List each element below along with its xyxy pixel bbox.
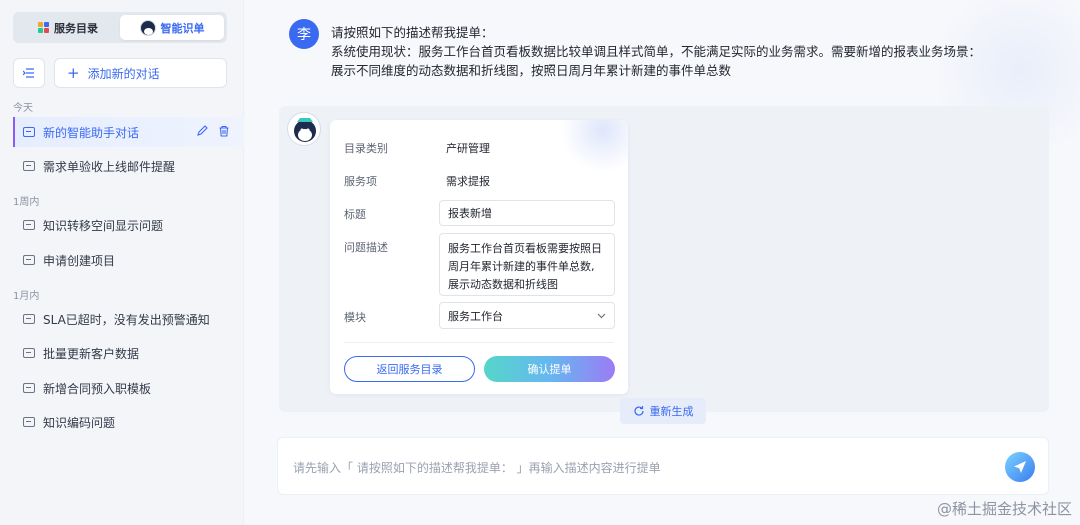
description-label: 问题描述 xyxy=(344,241,388,254)
sidebar-tabs: 服务目录 智能识单 xyxy=(13,12,227,43)
conversation-item[interactable]: 新的智能助手对话 xyxy=(13,117,244,147)
module-select-value: 服务工作台 xyxy=(448,309,503,323)
regenerate-button[interactable]: 重新生成 xyxy=(620,398,706,424)
refresh-icon xyxy=(633,406,644,416)
chat-area: 李 请按照如下的描述帮我提单： 系统使用现状：服务工作台首页看板数据比较单调且样… xyxy=(245,0,1080,525)
assistant-avatar-icon xyxy=(139,19,156,36)
chat-icon xyxy=(23,127,35,137)
form-divider xyxy=(344,342,614,343)
catalog-grid-icon xyxy=(38,22,49,33)
conversation-item[interactable]: 需求单验收上线邮件提醒 xyxy=(13,151,244,181)
conversation-actions xyxy=(196,125,230,137)
conversation-item[interactable]: 批量更新客户数据 xyxy=(13,338,244,368)
chevron-down-icon xyxy=(597,313,606,318)
watermark: @稀土掘金技术社区 xyxy=(936,500,1072,518)
send-button[interactable] xyxy=(1005,452,1035,482)
tab-service-catalog[interactable]: 服务目录 xyxy=(16,15,120,40)
collapse-sidebar-button[interactable] xyxy=(13,58,45,88)
user-message: 请按照如下的描述帮我提单： 系统使用现状：服务工作台首页看板数据比较单调且样式简… xyxy=(331,23,981,80)
service-label: 服务项 xyxy=(344,175,377,188)
chat-icon xyxy=(23,161,35,171)
add-new-chat-button[interactable]: + 添加新的对话 xyxy=(54,58,227,88)
conversation-item[interactable]: 知识编码问题 xyxy=(13,407,244,437)
group-label-today: 今天 xyxy=(13,103,33,114)
category-label: 目录类别 xyxy=(344,142,388,155)
conversation-item[interactable]: 申请创建项目 xyxy=(13,245,244,275)
title-input-value: 报表新增 xyxy=(448,207,492,220)
module-label: 模块 xyxy=(344,311,366,324)
conversation-label: 新增合同预入职模板 xyxy=(43,381,152,396)
conversation-label: 批量更新客户数据 xyxy=(43,346,140,361)
conversation-item[interactable]: SLA已超时，没有发出预警通知 xyxy=(13,304,244,334)
conversation-item[interactable]: 知识转移空间显示问题 xyxy=(13,210,244,240)
description-line: 周月年累计新建的事件单总数, xyxy=(448,260,595,273)
message-composer[interactable]: 请先输入「 请按照如下的描述帮我提单： 」再输入描述内容进行提单 xyxy=(277,437,1049,495)
tab-label: 智能识单 xyxy=(160,21,205,35)
module-select[interactable]: 服务工作台 xyxy=(439,302,615,329)
conversation-label: 知识转移空间显示问题 xyxy=(43,218,164,233)
conversation-item[interactable]: 新增合同预入职模板 xyxy=(13,373,244,403)
title-input[interactable]: 报表新增 xyxy=(439,200,615,226)
back-to-catalog-button[interactable]: 返回服务目录 xyxy=(344,356,475,382)
sidebar: 服务目录 智能识单 + 添加新的对话 今天 新的智能助手对话 需求单验收上线邮件… xyxy=(0,0,244,525)
tab-smart-ticket[interactable]: 智能识单 xyxy=(120,15,224,40)
category-value: 产研管理 xyxy=(446,142,490,155)
regenerate-label: 重新生成 xyxy=(649,405,694,418)
chat-icon xyxy=(23,348,35,358)
new-chat-label: 添加新的对话 xyxy=(87,66,160,81)
assistant-avatar xyxy=(287,112,321,146)
conversation-label: SLA已超时，没有发出预警通知 xyxy=(43,312,210,327)
user-message-line: 系统使用现状：服务工作台首页看板数据比较单调且样式简单，不能满足实际的业务需求。… xyxy=(331,44,982,59)
composer-placeholder: 请先输入「 请按照如下的描述帮我提单： 」再输入描述内容进行提单 xyxy=(293,461,661,475)
confirm-ticket-button[interactable]: 确认提单 xyxy=(484,356,615,382)
service-value: 需求提报 xyxy=(446,175,490,188)
conversation-label: 申请创建项目 xyxy=(43,253,116,268)
conversation-label: 新的智能助手对话 xyxy=(43,125,140,140)
chat-icon xyxy=(23,255,35,265)
user-message-line: 展示不同维度的动态数据和折线图，按照日周月年累计新建的事件单总数 xyxy=(331,63,732,78)
edit-icon[interactable] xyxy=(196,125,208,137)
menu-collapse-icon xyxy=(23,68,34,78)
description-textarea[interactable]: 服务工作台首页看板需要按照日 周月年累计新建的事件单总数, 展示动态数据和折线图 xyxy=(439,233,615,296)
chat-icon xyxy=(23,314,35,324)
send-icon xyxy=(1014,461,1026,473)
conversation-label: 需求单验收上线邮件提醒 xyxy=(43,159,176,174)
chat-icon xyxy=(23,417,35,427)
user-message-line: 请按照如下的描述帮我提单： xyxy=(331,25,494,40)
delete-icon[interactable] xyxy=(218,125,230,137)
chat-icon xyxy=(23,383,35,393)
tab-label: 服务目录 xyxy=(54,21,98,35)
plus-icon: + xyxy=(67,63,80,82)
chat-icon xyxy=(23,220,35,230)
card-glow xyxy=(558,120,628,170)
user-avatar: 李 xyxy=(289,19,319,49)
group-label-week: 1周内 xyxy=(13,197,40,208)
group-label-month: 1月内 xyxy=(13,291,40,302)
conversation-label: 知识编码问题 xyxy=(43,415,116,430)
ticket-form-card: 目录类别 产研管理 服务项 需求提报 标题 报表新增 问题描述 服务工作台首页看… xyxy=(330,120,628,394)
description-line: 服务工作台首页看板需要按照日 xyxy=(448,242,602,255)
title-label: 标题 xyxy=(344,208,366,221)
description-line: 展示动态数据和折线图 xyxy=(448,278,558,291)
